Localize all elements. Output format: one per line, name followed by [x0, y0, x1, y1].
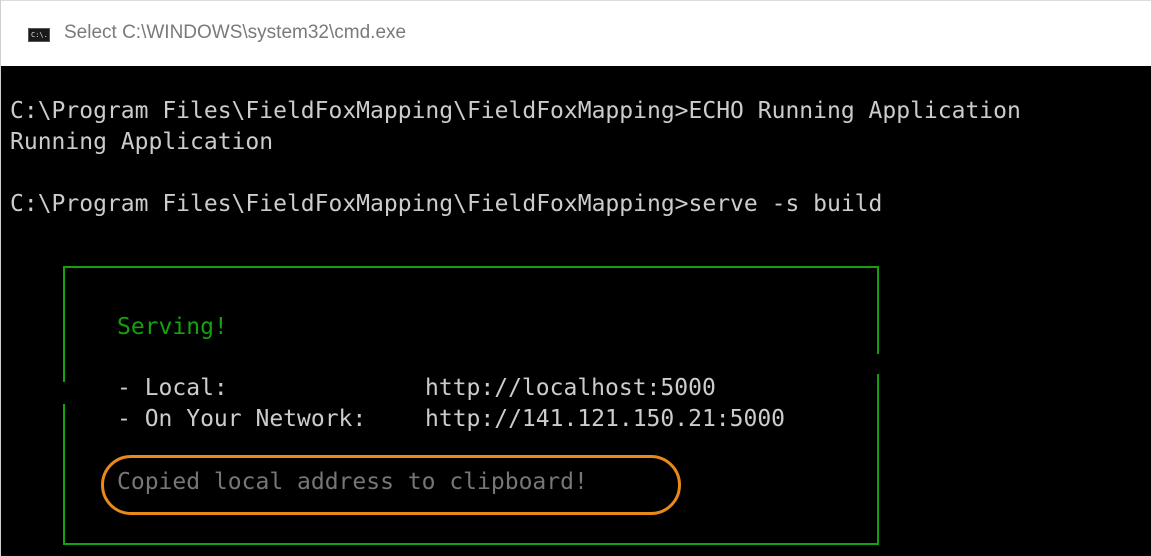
cmd-window: C:\. Select C:\WINDOWS\system32\cmd.exe …: [0, 0, 1151, 556]
local-label: - Local:: [117, 375, 228, 401]
border-gap: [61, 382, 67, 404]
network-url[interactable]: http://141.121.150.21:5000: [425, 404, 785, 434]
window-title: Select C:\WINDOWS\system32\cmd.exe: [64, 22, 407, 43]
highlight-annotation: [101, 455, 681, 515]
border-gap: [875, 354, 881, 374]
console-line: C:\Program Files\FieldFoxMapping\FieldFo…: [10, 98, 1021, 124]
console-line: Running Application: [10, 129, 274, 155]
network-label: - On Your Network:: [117, 406, 367, 432]
local-url[interactable]: http://localhost:5000: [425, 373, 716, 403]
cmd-icon[interactable]: C:\.: [28, 28, 50, 42]
console-line: C:\Program Files\FieldFoxMapping\FieldFo…: [10, 191, 883, 217]
serving-heading: Serving!: [117, 314, 228, 340]
console-output[interactable]: C:\Program Files\FieldFoxMapping\FieldFo…: [1, 66, 1151, 556]
title-bar[interactable]: C:\. Select C:\WINDOWS\system32\cmd.exe: [1, 0, 1151, 66]
